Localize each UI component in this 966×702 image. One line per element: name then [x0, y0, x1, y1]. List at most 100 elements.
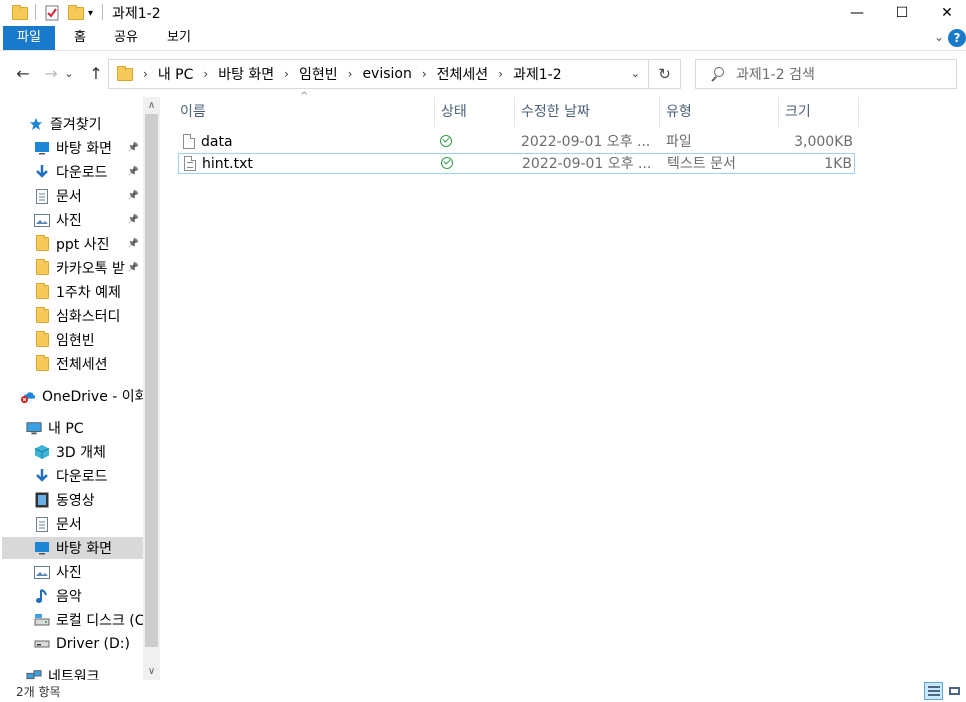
breadcrumb-desktop[interactable]: 바탕 화면: [218, 64, 274, 84]
chevron-right-icon[interactable]: ›: [143, 67, 148, 81]
file-modified: 2022-09-01 오후 ...: [521, 134, 651, 150]
scroll-down-icon[interactable]: ∨: [143, 663, 160, 680]
column-status[interactable]: 상태: [435, 97, 515, 127]
scroll-up-icon[interactable]: ∧: [143, 97, 160, 114]
close-button[interactable]: ✕: [924, 0, 966, 26]
column-size[interactable]: 크기: [779, 97, 859, 127]
breadcrumb-session[interactable]: 전체세션: [437, 64, 489, 84]
large-icons-view-icon[interactable]: [945, 682, 964, 700]
file-modified: 2022-09-01 오후 ...: [522, 156, 652, 172]
chevron-right-icon[interactable]: ›: [203, 67, 208, 81]
details-view-icon[interactable]: [924, 682, 943, 700]
star-icon: [28, 116, 44, 132]
address-bar[interactable]: › 내 PC › 바탕 화면 › 임현빈 › evision › 전체세션 › …: [108, 59, 649, 89]
minimize-button[interactable]: —: [834, 0, 880, 26]
table-row[interactable]: hint.txt 2022-09-01 오후 ... 텍스트 문서 1KB: [178, 153, 855, 174]
sidebar-item[interactable]: ppt 사진 📌: [34, 233, 143, 255]
file-icon: [183, 134, 195, 149]
tab-file[interactable]: 파일: [3, 26, 55, 50]
sidebar-item[interactable]: 다운로드: [34, 465, 143, 487]
maximize-button[interactable]: ☐: [879, 0, 925, 26]
properties-icon[interactable]: [44, 4, 60, 22]
sidebar-item-label: OneDrive - 이화: [42, 389, 143, 405]
breadcrumb-evision[interactable]: evision: [362, 66, 411, 82]
search-icon: [710, 67, 724, 81]
column-name[interactable]: 이름: [174, 97, 435, 127]
separator: [102, 4, 103, 20]
table-row[interactable]: data 2022-09-01 오후 ... 파일 3,000KB: [178, 132, 855, 153]
sidebar-item[interactable]: 임현빈: [34, 329, 143, 351]
refresh-button[interactable]: ↻: [649, 59, 681, 89]
file-size: 1KB: [824, 156, 852, 172]
sidebar-item[interactable]: 카카오톡 받 📌: [34, 257, 143, 279]
sidebar-item[interactable]: 동영상: [34, 489, 143, 511]
sidebar-item-label: 바탕 화면: [56, 541, 112, 557]
pin-icon[interactable]: 📌: [128, 167, 139, 177]
pin-icon[interactable]: 📌: [128, 215, 139, 225]
tab-share[interactable]: 공유: [100, 26, 152, 50]
sidebar-item[interactable]: 내 PC: [26, 417, 143, 439]
text-file-icon: [184, 156, 196, 171]
status-bar: 2개 항목: [0, 680, 966, 702]
sidebar-item-label: 다운로드: [56, 469, 108, 485]
search-input[interactable]: 과제1-2 검색: [736, 64, 815, 84]
file-name: data: [201, 134, 233, 150]
expand-ribbon-icon[interactable]: ⌄: [934, 30, 944, 44]
sidebar-item[interactable]: 사진: [34, 561, 143, 583]
pin-icon[interactable]: 📌: [128, 191, 139, 201]
recent-locations-button[interactable]: ⌄: [62, 64, 76, 84]
search-box[interactable]: 과제1-2 검색: [695, 59, 957, 89]
document-icon: [34, 188, 50, 204]
sidebar-item-label: 바탕 화면: [56, 141, 112, 157]
sidebar-item[interactable]: 전체세션: [34, 353, 143, 375]
item-count: 2개 항목: [16, 685, 61, 699]
scrollbar-thumb[interactable]: [145, 114, 158, 647]
sidebar-item-label: 심화스터디: [56, 309, 121, 325]
chevron-right-icon[interactable]: ›: [348, 67, 353, 81]
folder-icon: [34, 259, 50, 276]
sidebar-item[interactable]: 심화스터디: [34, 305, 143, 327]
forward-button[interactable]: →: [40, 64, 62, 84]
pin-icon[interactable]: 📌: [128, 143, 139, 153]
sidebar-item[interactable]: Driver (D:): [34, 633, 143, 655]
disk-icon: [34, 612, 50, 628]
sidebar-item[interactable]: 사진 📌: [34, 209, 143, 231]
chevron-right-icon[interactable]: ›: [498, 67, 503, 81]
tab-home[interactable]: 홈: [60, 26, 100, 50]
breadcrumb-current[interactable]: 과제1-2: [513, 64, 562, 84]
column-type[interactable]: 유형: [660, 97, 779, 127]
sidebar-item[interactable]: 음악: [34, 585, 143, 607]
pin-icon[interactable]: 📌: [128, 239, 139, 249]
chevron-down-icon[interactable]: ⌄: [631, 67, 640, 80]
nav-scrollbar[interactable]: ∧ ∨: [143, 97, 160, 680]
sidebar-item[interactable]: 로컬 디스크 (C: [34, 609, 143, 631]
sidebar-item[interactable]: OneDrive - 이화: [20, 385, 143, 407]
sidebar-item-label: 임현빈: [56, 333, 95, 349]
pin-icon[interactable]: 📌: [128, 263, 139, 273]
music-icon: [34, 588, 50, 604]
breadcrumb-user[interactable]: 임현빈: [299, 64, 338, 84]
sidebar-item[interactable]: 다운로드 📌: [34, 161, 143, 183]
chevron-right-icon[interactable]: ›: [422, 67, 427, 81]
sidebar-item[interactable]: 문서: [34, 513, 143, 535]
customize-quick-access-icon[interactable]: ▾: [88, 4, 93, 22]
onedrive-icon: [20, 388, 36, 404]
sidebar-item[interactable]: 3D 개체: [34, 441, 143, 463]
sidebar-item[interactable]: 즐겨찾기: [28, 113, 143, 135]
sidebar-item-label: 문서: [56, 189, 82, 205]
folder-icon[interactable]: [12, 4, 28, 22]
column-modified[interactable]: 수정한 날짜: [515, 97, 660, 127]
help-button[interactable]: ?: [948, 29, 966, 47]
new-folder-icon[interactable]: [68, 4, 84, 22]
back-button[interactable]: ←: [12, 64, 34, 84]
sidebar-item[interactable]: 네트워크: [26, 665, 143, 680]
chevron-right-icon[interactable]: ›: [284, 67, 289, 81]
address-row: ← → ⌄ ↑ › 내 PC › 바탕 화면 › 임현빈 › evision ›…: [0, 56, 966, 92]
sidebar-item[interactable]: 문서 📌: [34, 185, 143, 207]
tab-view[interactable]: 보기: [153, 26, 205, 50]
sidebar-item[interactable]: 바탕 화면 📌: [34, 137, 143, 159]
sidebar-item[interactable]: 바탕 화면: [2, 537, 143, 559]
breadcrumb-this-pc[interactable]: 내 PC: [158, 64, 194, 84]
up-button[interactable]: ↑: [85, 64, 107, 84]
sidebar-item[interactable]: 1주차 예제: [34, 281, 143, 303]
